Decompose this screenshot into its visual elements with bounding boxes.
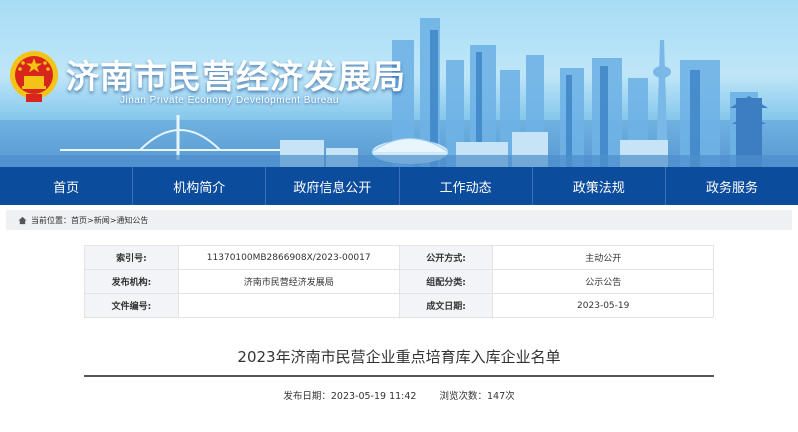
table-row: 发布机构: 济南市民营经济发展局 组配分类: 公示公告 (84, 269, 714, 294)
nav-item-about[interactable]: 机构简介 (133, 167, 267, 205)
date-label: 成文日期: (398, 293, 494, 318)
view-count: 浏览次数：147次 (440, 391, 515, 402)
main-nav: 首页 机构简介 政府信息公开 工作动态 政策法规 政务服务 (0, 167, 798, 205)
home-icon (18, 216, 27, 224)
site-title: 济南市民营经济发展局 (66, 57, 406, 96)
header-banner: 济南市民营经济发展局 Jinan Private Economy Develop… (0, 0, 798, 167)
view-count-value: 147次 (487, 391, 515, 402)
category-label: 组配分类: (398, 269, 494, 294)
publish-date-value: 2023-05-19 11:42 (330, 391, 417, 402)
breadcrumb-prefix: 当前位置： (31, 215, 71, 225)
breadcrumb-link-news[interactable]: 新闻 (94, 215, 110, 226)
table-row: 文件编号: 成文日期: 2023-05-19 (84, 293, 714, 318)
article-title: 2023年济南市民营企业重点培育库入库企业名单 (237, 348, 561, 366)
national-emblem-icon (10, 51, 58, 102)
breadcrumb-link-home[interactable]: 首页 (71, 215, 87, 226)
breadcrumb-separator: > (87, 215, 94, 225)
table-row: 索引号: 11370100MB2866908X/2023-00017 公开方式:… (84, 245, 714, 270)
date-value: 2023-05-19 (492, 293, 714, 318)
nav-item-home[interactable]: 首页 (0, 167, 134, 205)
site-subtitle: Jinan Private Economy Development Bureau (120, 95, 339, 106)
view-count-label: 浏览次数： (439, 391, 488, 402)
document-meta-table: 索引号: 11370100MB2866908X/2023-00017 公开方式:… (84, 245, 714, 318)
publish-date: 发布日期：2023-05-19 11:42 (283, 391, 416, 402)
index-label: 索引号: (84, 245, 179, 270)
publish-date-label: 发布日期： (283, 391, 331, 402)
breadcrumb: 当前位置： 首页 > 新闻 > 通知公告 (6, 210, 792, 230)
nav-item-services[interactable]: 政务服务 (666, 167, 798, 205)
breadcrumb-link-notices[interactable]: 通知公告 (116, 215, 148, 226)
publisher-value: 济南市民营经济发展局 (177, 269, 400, 294)
nav-item-info-disclosure[interactable]: 政府信息公开 (266, 167, 400, 205)
disclosure-label: 公开方式: (398, 245, 494, 270)
disclosure-value: 主动公开 (492, 245, 714, 270)
nav-item-policy[interactable]: 政策法规 (533, 167, 666, 205)
publisher-label: 发布机构: (84, 269, 179, 294)
index-value: 11370100MB2866908X/2023-00017 (177, 245, 400, 270)
article-info: 发布日期：2023-05-19 11:42 浏览次数：147次 (0, 388, 798, 402)
title-divider (84, 375, 714, 377)
nav-item-news[interactable]: 工作动态 (400, 167, 533, 205)
category-value: 公示公告 (492, 269, 714, 294)
doc-number-value (177, 293, 400, 318)
page: 济南市民营经济发展局 Jinan Private Economy Develop… (0, 0, 798, 432)
doc-number-label: 文件编号: (84, 293, 179, 318)
breadcrumb-separator: > (109, 215, 117, 225)
